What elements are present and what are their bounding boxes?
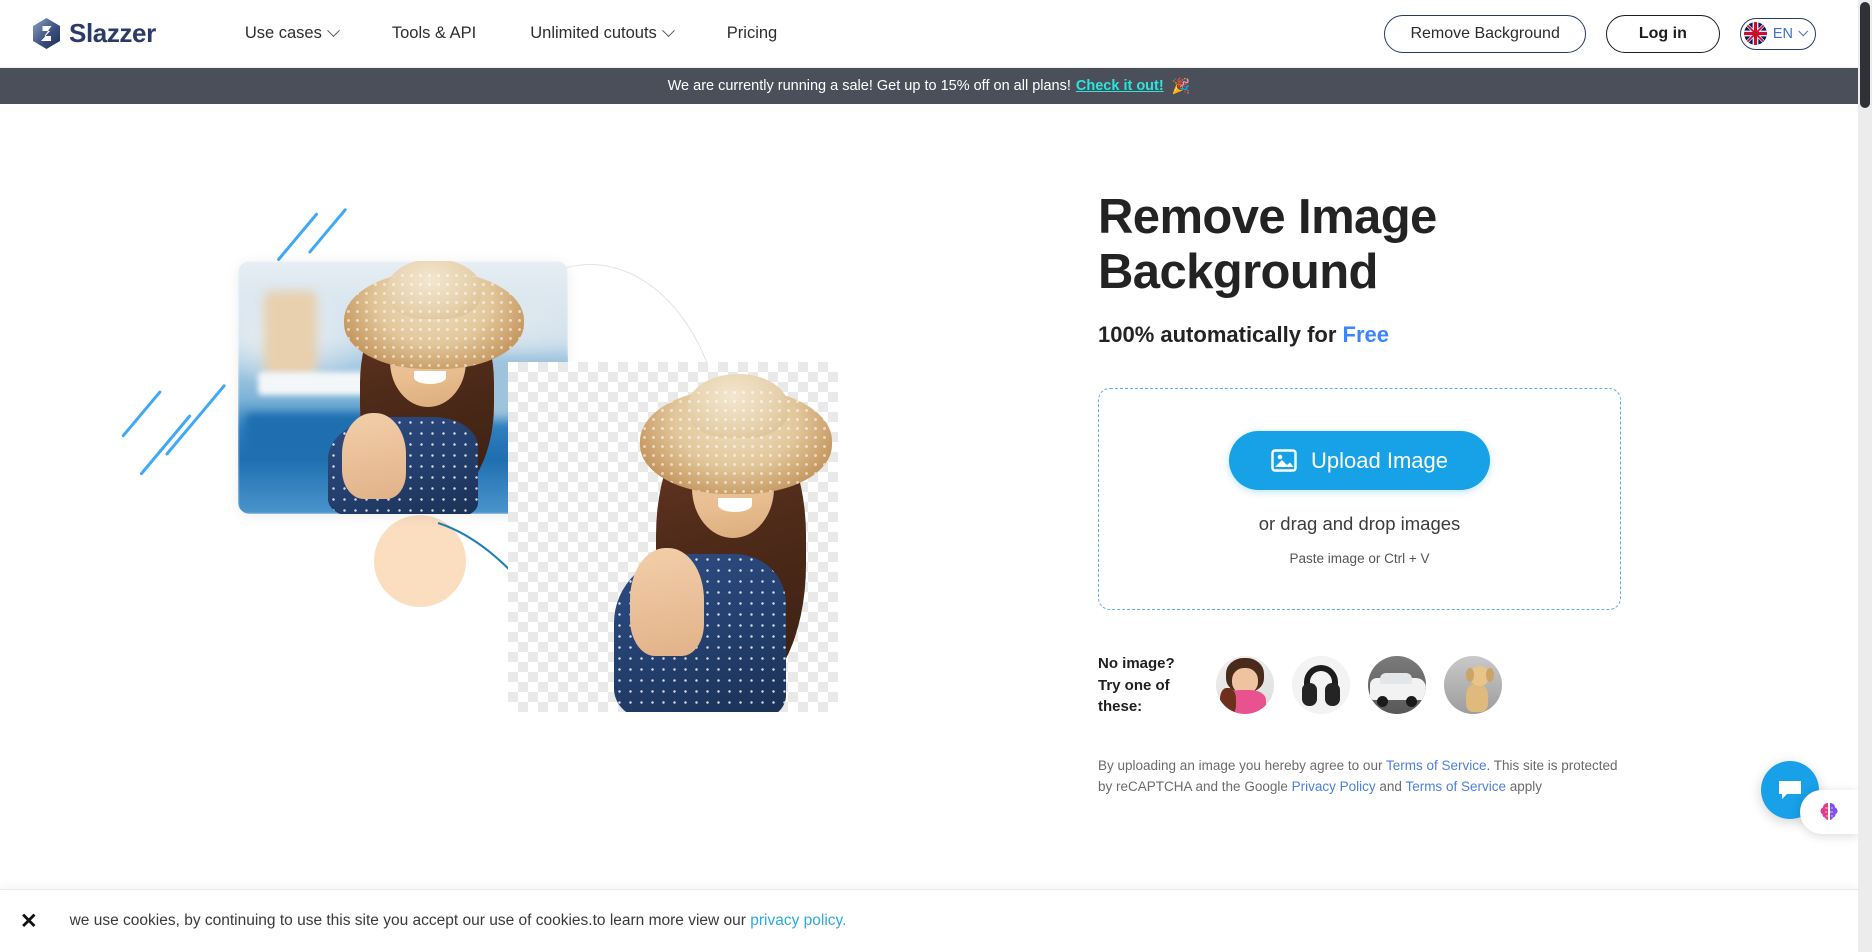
upload-drop-zone[interactable]: Upload Image or drag and drop images Pas… — [1098, 387, 1621, 610]
nav-label: Unlimited cutouts — [530, 24, 657, 42]
sale-banner-text: We are currently running a sale! Get up … — [667, 78, 1071, 94]
close-icon[interactable]: ✕ — [20, 911, 38, 932]
language-selector[interactable]: EN — [1739, 17, 1816, 50]
page-title: Remove Image Background — [1098, 190, 1658, 300]
image-icon — [1271, 449, 1297, 472]
page-scrollbar-track[interactable] — [1858, 0, 1872, 952]
chevron-down-icon — [661, 24, 675, 38]
page-title-line1: Remove Image — [1098, 190, 1437, 244]
sample-thumb-woman-pink[interactable] — [1216, 656, 1274, 715]
brand-name: Slazzer — [69, 18, 156, 48]
cookie-consent-bar: ✕ we use cookies, by continuing to use t… — [0, 889, 1858, 952]
page-subtitle-prefix: 100% automatically for — [1098, 321, 1343, 347]
chat-bubble-icon — [1779, 781, 1801, 799]
legal-part4: apply — [1505, 778, 1542, 794]
sale-banner: We are currently running a sale! Get up … — [0, 68, 1858, 104]
cookie-privacy-policy-link[interactable]: privacy policy. — [750, 912, 846, 929]
sample-thumb-white-car[interactable] — [1368, 656, 1426, 715]
site-header: Slazzer Use cases Tools & API Unlimited … — [0, 0, 1858, 68]
remove-background-label: Remove Background — [1410, 24, 1560, 42]
party-popper-icon: 🎉 — [1171, 78, 1191, 95]
nav-label: Pricing — [726, 24, 778, 42]
sample-images-section: No image? Try one of these: — [1098, 653, 1658, 718]
nav-item-use-cases[interactable]: Use cases — [218, 24, 365, 43]
page-title-line2: Background — [1098, 244, 1378, 299]
brain-icon — [1820, 803, 1838, 820]
paste-hint-text: Paste image or Ctrl + V — [1289, 551, 1430, 567]
sample-thumb-dog[interactable] — [1444, 656, 1502, 715]
login-button[interactable]: Log in — [1605, 14, 1720, 53]
page-root: Slazzer Use cases Tools & API Unlimited … — [0, 0, 1872, 952]
uk-flag-icon — [1743, 22, 1767, 45]
drag-drop-text: or drag and drop images — [1258, 513, 1461, 535]
language-code: EN — [1772, 25, 1793, 42]
upload-image-label: Upload Image — [1311, 447, 1448, 473]
hero-illustration — [0, 104, 930, 804]
sale-banner-link[interactable]: Check it out! — [1076, 78, 1164, 94]
page-subtitle: 100% automatically for Free — [1098, 322, 1658, 348]
legal-part1: By uploading an image you hereby agree t… — [1098, 758, 1386, 773]
sample-label-line1: No image? — [1098, 654, 1175, 672]
chevron-down-icon — [1798, 26, 1809, 37]
login-label: Log in — [1638, 24, 1687, 42]
header-actions: Remove Background Log in EN — [1384, 14, 1816, 53]
chevron-down-icon — [326, 24, 340, 38]
legal-text: By uploading an image you hereby agree t… — [1098, 756, 1623, 798]
privacy-policy-link[interactable]: Privacy Policy — [1292, 779, 1376, 794]
page-subtitle-highlight: Free — [1342, 321, 1390, 347]
terms-of-service-link-2[interactable]: Terms of Service — [1405, 779, 1506, 794]
hero-content: Remove Image Background 100% automatical… — [1098, 190, 1658, 798]
cookie-text-body: we use cookies, by continuing to use thi… — [69, 912, 751, 929]
page-scrollbar-thumb[interactable] — [1860, 2, 1870, 108]
cutout-photo-card — [508, 362, 838, 712]
ai-assistant-button[interactable] — [1800, 790, 1858, 834]
nav-item-unlimited-cutouts[interactable]: Unlimited cutouts — [503, 24, 700, 43]
upload-image-button[interactable]: Upload Image — [1229, 431, 1490, 491]
nav-item-pricing[interactable]: Pricing — [700, 24, 804, 43]
legal-part3: and — [1375, 778, 1406, 794]
nav-label: Tools & API — [391, 24, 477, 42]
sample-label-line2: Try one of these: — [1098, 676, 1170, 716]
brand-logo[interactable]: Slazzer — [33, 18, 156, 49]
remove-background-button[interactable]: Remove Background — [1384, 14, 1586, 53]
nav-item-tools-api[interactable]: Tools & API — [365, 24, 503, 43]
sample-thumb-headphones[interactable] — [1292, 656, 1350, 715]
cookie-consent-text: we use cookies, by continuing to use thi… — [70, 912, 847, 930]
nav-label: Use cases — [244, 24, 322, 42]
cutout-photo-subject — [596, 374, 838, 712]
terms-of-service-link-1[interactable]: Terms of Service — [1386, 758, 1487, 773]
sample-images-label: No image? Try one of these: — [1098, 653, 1198, 718]
slazzer-logo-icon — [33, 18, 60, 49]
main-nav: Use cases Tools & API Unlimited cutouts … — [218, 24, 804, 43]
